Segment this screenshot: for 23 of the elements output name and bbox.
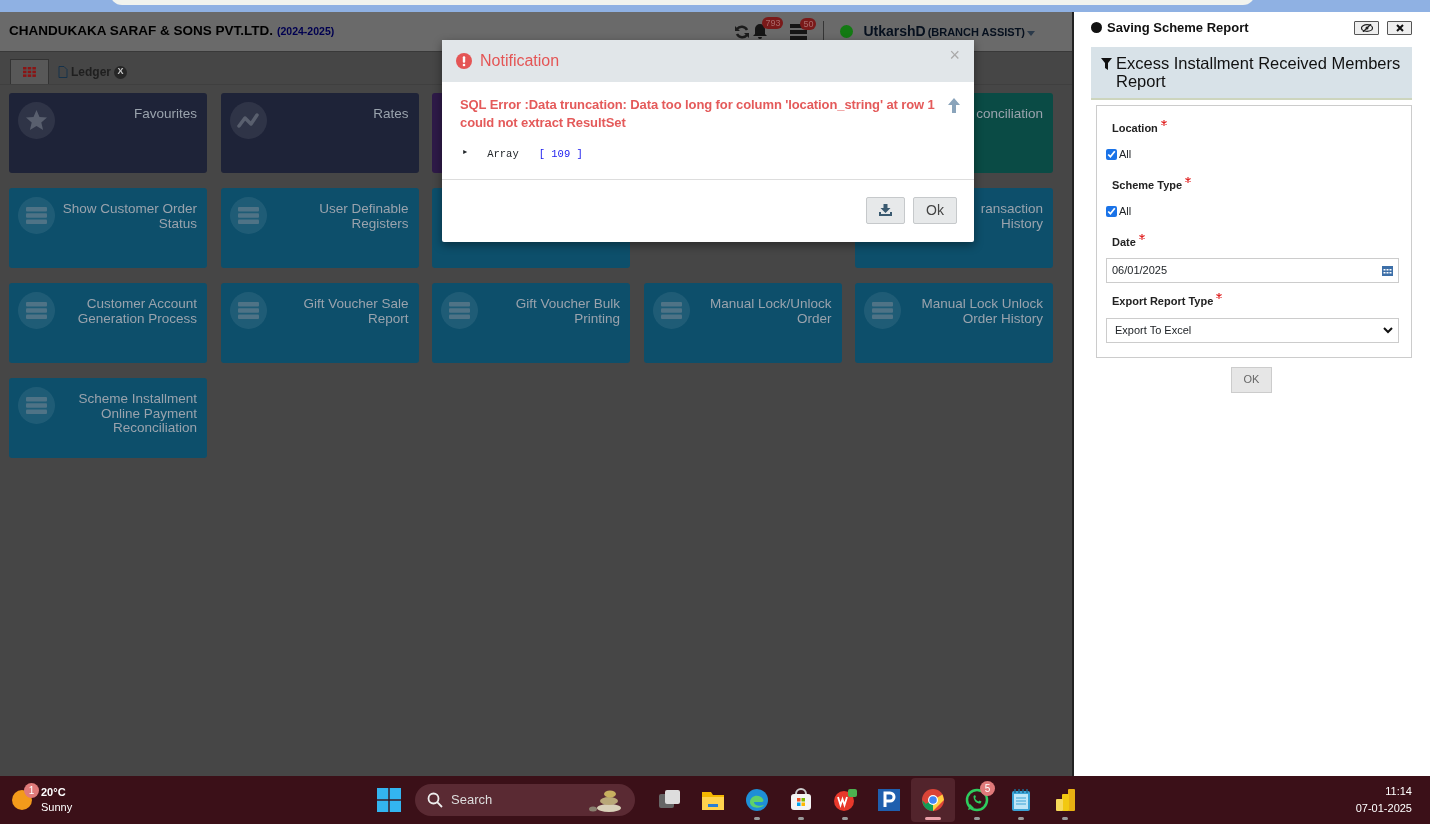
- array-label: Array: [487, 147, 519, 162]
- checkbox-label: All: [1119, 147, 1132, 162]
- field-label: Date: [1106, 233, 1399, 250]
- company-name: CHANDUKAKA SARAF & SONS PVT.LTD.: [9, 22, 273, 41]
- array-length: [ 109 ]: [538, 147, 583, 162]
- weather-badge: 1: [24, 783, 39, 798]
- clock-time: 11:14: [1384, 784, 1412, 799]
- notification-badge: 793: [762, 17, 784, 29]
- clock-date: 07-01-2025: [1355, 801, 1412, 816]
- unread-badge: 5: [980, 781, 995, 796]
- temperature: 20°C: [41, 785, 67, 800]
- task-badge: 50: [800, 17, 817, 30]
- field-label: Scheme Type: [1106, 176, 1399, 193]
- error-message: could not extract ResultSet: [460, 114, 627, 132]
- report-title: Excess Installment Received Members Report: [1116, 53, 1402, 90]
- panel-title: Saving Scheme Report: [1107, 19, 1249, 37]
- field-label: Location: [1106, 119, 1399, 136]
- financial-year: (2024-2025): [277, 23, 335, 39]
- field-label: Export Report Type: [1106, 293, 1399, 310]
- checkbox-label: All: [1119, 204, 1132, 219]
- error-message: SQL Error :Data truncation: Data too long for column 'location_string' at row 1: [460, 96, 935, 114]
- dialog-title: Notification: [480, 51, 560, 71]
- weather-condition: Sunny: [41, 800, 73, 815]
